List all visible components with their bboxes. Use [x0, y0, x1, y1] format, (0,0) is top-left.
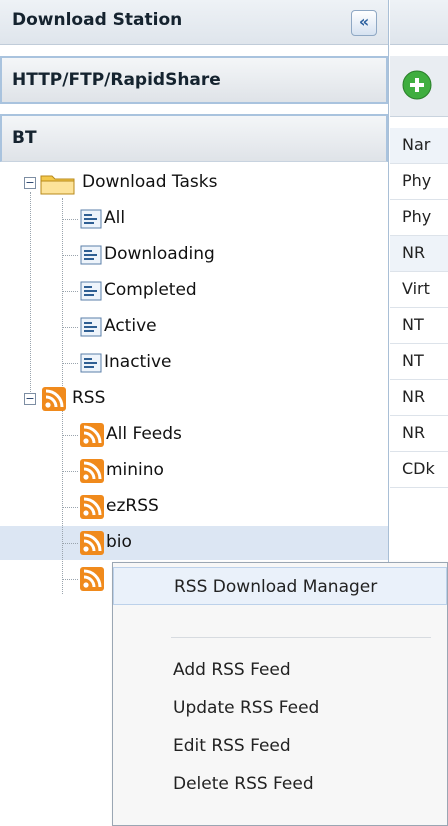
- menu-item-label: RSS Download Manager: [174, 577, 378, 597]
- list-icon: [80, 281, 102, 306]
- collapse-download-tasks-expander[interactable]: −: [24, 177, 36, 189]
- menu-item-edit-rss-feed[interactable]: Edit RSS Feed: [113, 727, 447, 765]
- folder-icon: [40, 172, 76, 201]
- table-row[interactable]: Phy: [390, 200, 448, 236]
- rss-icon: [80, 423, 104, 452]
- menu-item-label: Delete RSS Feed: [173, 774, 314, 794]
- tree-item-label: minino: [106, 460, 164, 480]
- rss-icon: [80, 531, 104, 560]
- table-row[interactable]: Nar: [390, 128, 448, 164]
- task-list-header: [390, 0, 448, 45]
- list-icon: [80, 245, 102, 270]
- rss-icon: [80, 459, 104, 488]
- tree-item-downloading[interactable]: Downloading: [0, 238, 388, 272]
- menu-item-label: Update RSS Feed: [173, 698, 320, 718]
- tree-node-label: RSS: [72, 388, 106, 408]
- tree-item-all-feeds[interactable]: All Feeds: [0, 418, 388, 452]
- table-row[interactable]: NR: [390, 416, 448, 452]
- table-row[interactable]: Virt: [390, 272, 448, 308]
- accordion-http-ftp-rapidshare[interactable]: HTTP/FTP/RapidShare: [0, 56, 388, 104]
- tree-item-label: Inactive: [104, 352, 172, 372]
- tree-item-label: bio: [106, 532, 132, 552]
- menu-item-add-rss-feed[interactable]: Add RSS Feed: [113, 651, 447, 689]
- tree-item-label: ezRSS: [106, 496, 159, 516]
- tree-item-label: Completed: [104, 280, 197, 300]
- table-row[interactable]: NT: [390, 308, 448, 344]
- menu-item-delete-rss-feed[interactable]: Delete RSS Feed: [113, 765, 447, 803]
- table-row[interactable]: Phy: [390, 164, 448, 200]
- list-icon: [80, 209, 102, 234]
- tree-item-completed[interactable]: Completed: [0, 274, 388, 308]
- menu-item-rss-download-manager[interactable]: RSS Download Manager: [113, 567, 447, 605]
- table-row[interactable]: NT: [390, 344, 448, 380]
- tree-item-ezrss[interactable]: ezRSS: [0, 490, 388, 524]
- menu-separator: [171, 637, 431, 638]
- rss-icon: [42, 387, 66, 416]
- panel-title: Download Station: [12, 10, 183, 30]
- tree-item-bio[interactable]: bio: [0, 526, 388, 560]
- tree-item-active[interactable]: Active: [0, 310, 388, 344]
- accordion-bt-label: BT: [12, 128, 37, 148]
- panel-header: Download Station «: [0, 0, 388, 45]
- tree-item-minino[interactable]: minino: [0, 454, 388, 488]
- collapse-panel-button[interactable]: «: [351, 10, 377, 36]
- tree-item-inactive[interactable]: Inactive: [0, 346, 388, 380]
- accordion-bt[interactable]: BT: [0, 114, 388, 162]
- accordion-http-label: HTTP/FTP/RapidShare: [12, 70, 221, 90]
- tree-node-download-tasks[interactable]: − Download Tasks: [0, 166, 388, 200]
- table-row[interactable]: NR: [390, 236, 448, 272]
- task-list-toolbar: [390, 56, 448, 117]
- tree-item-label: Active: [104, 316, 157, 336]
- list-icon: [80, 317, 102, 342]
- list-icon: [80, 353, 102, 378]
- add-task-icon[interactable]: [402, 70, 432, 105]
- menu-item-update-rss-feed[interactable]: Update RSS Feed: [113, 689, 447, 727]
- tree-item-label: Downloading: [104, 244, 215, 264]
- rss-icon: [80, 567, 104, 596]
- menu-item-label: Edit RSS Feed: [173, 736, 291, 756]
- tree-node-label: Download Tasks: [82, 172, 218, 192]
- table-row[interactable]: NR: [390, 380, 448, 416]
- table-row[interactable]: CDk: [390, 452, 448, 488]
- context-menu: RSS Download Manager Add RSS Feed Update…: [112, 562, 448, 826]
- tree-node-rss[interactable]: − RSS: [0, 382, 388, 416]
- tree-item-label: All: [104, 208, 126, 228]
- tree-item-label: All Feeds: [106, 424, 182, 444]
- collapse-rss-expander[interactable]: −: [24, 393, 36, 405]
- tree-item-all[interactable]: All: [0, 202, 388, 236]
- rss-icon: [80, 495, 104, 524]
- menu-item-label: Add RSS Feed: [173, 660, 291, 680]
